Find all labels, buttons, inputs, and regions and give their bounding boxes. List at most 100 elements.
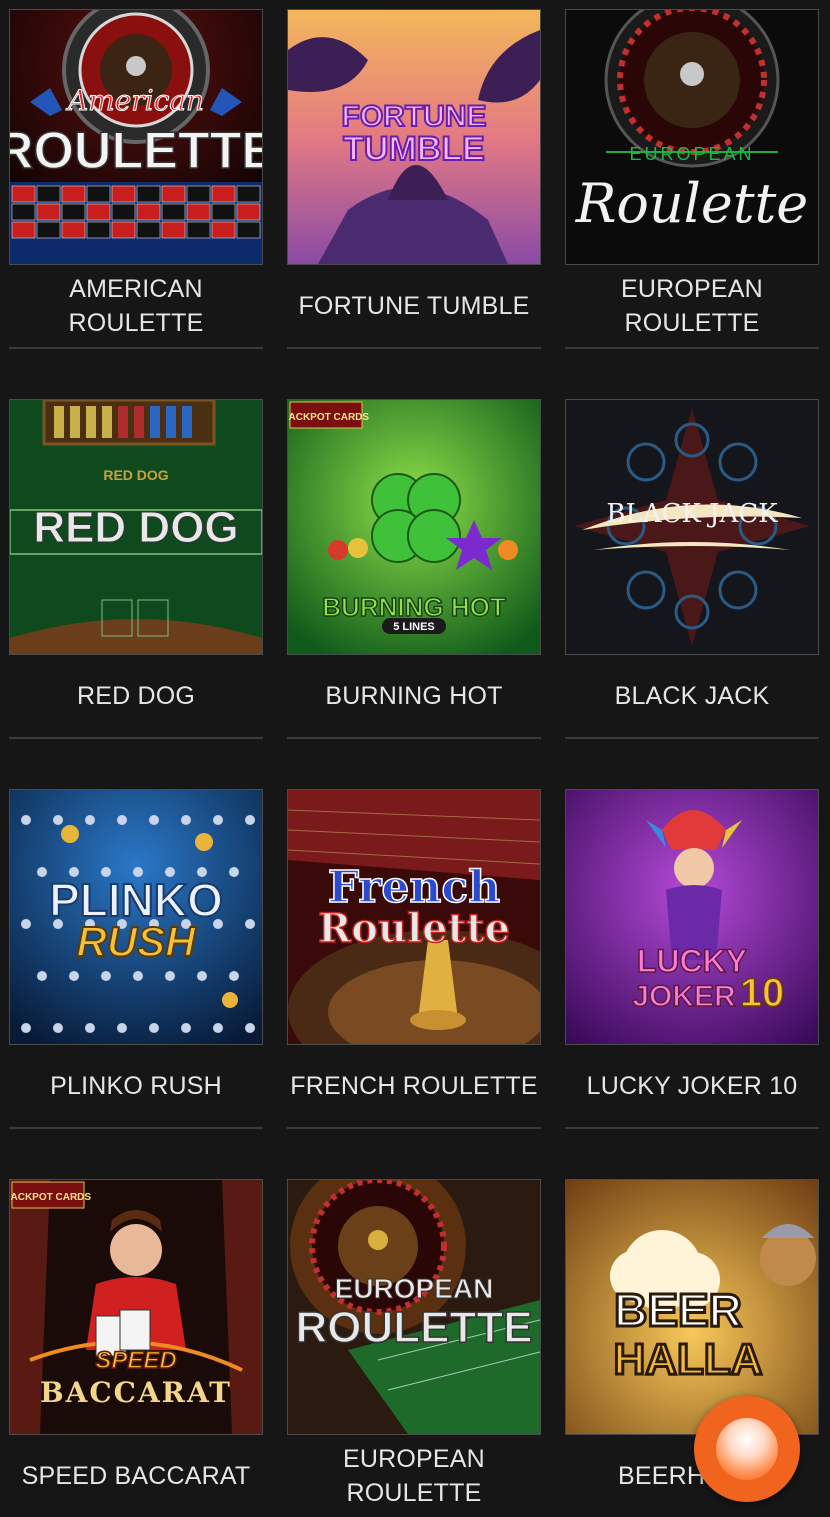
grid-cell: [86, 203, 111, 221]
art-line1: BEER: [614, 1284, 742, 1336]
divider: [9, 737, 263, 739]
grid-cell: [161, 185, 186, 203]
plinko-rush-art: PLINKO RUSH: [10, 790, 262, 1044]
game-thumbnail[interactable]: JACKPOT CARDS SPEED BACCARAT: [9, 1179, 263, 1435]
game-title[interactable]: FRENCH ROULETTE: [287, 1045, 541, 1127]
grid-cell: [61, 185, 86, 203]
game-thumbnail[interactable]: LUCKY JOKER 10: [565, 789, 819, 1045]
speed-baccarat-art: JACKPOT CARDS SPEED BACCARAT: [10, 1180, 262, 1434]
game-tile-burning-hot[interactable]: JACKPOT CARDS BURNING HOT 5 LINES BURNIN…: [287, 399, 541, 739]
divider: [287, 737, 541, 739]
art-line1: FORTUNE: [342, 100, 487, 133]
art-title: RED DOG: [33, 503, 238, 552]
game-thumbnail[interactable]: FORTUNE TUMBLE: [287, 9, 541, 265]
game-title[interactable]: BLACK JACK: [565, 655, 819, 737]
peg: [245, 815, 255, 825]
art-small-title: RED DOG: [103, 467, 168, 483]
game-tile-european-roulette[interactable]: EUROPEAN Roulette EUROPEAN ROULETTE: [565, 9, 819, 349]
divider: [565, 1127, 819, 1129]
peg: [53, 815, 63, 825]
game-title[interactable]: EUROPEAN ROULETTE: [565, 265, 819, 347]
corner-badge: JACKPOT CARDS: [10, 1192, 91, 1203]
chat-bubble-icon: [716, 1418, 778, 1480]
peg: [229, 971, 239, 981]
art-line2: Roulette: [318, 905, 510, 952]
grid-cell: [236, 221, 261, 239]
peg: [149, 815, 159, 825]
divider: [565, 347, 819, 349]
game-thumbnail[interactable]: JACKPOT CARDS BURNING HOT 5 LINES: [287, 399, 541, 655]
grid-cell: [161, 203, 186, 221]
american-roulette-art: American ROULETTE: [10, 10, 262, 264]
grid-cell: [136, 185, 161, 203]
art-line2: HALLA: [613, 1335, 762, 1384]
grid-cell: [186, 203, 211, 221]
game-thumbnail[interactable]: PLINKO RUSH: [9, 789, 263, 1045]
game-tile-fortune-tumble[interactable]: FORTUNE TUMBLE FORTUNE TUMBLE: [287, 9, 541, 349]
grid-cell: [11, 221, 36, 239]
grid-cell: [136, 203, 161, 221]
divider: [9, 1127, 263, 1129]
peg: [21, 1023, 31, 1033]
game-thumbnail[interactable]: EUROPEAN ROULETTE: [287, 1179, 541, 1435]
art-title: BURNING HOT: [322, 592, 506, 622]
art-line1: SPEED: [95, 1347, 176, 1374]
grid-cell: [161, 221, 186, 239]
peg: [37, 971, 47, 981]
chat-button[interactable]: [694, 1396, 800, 1502]
divider: [565, 737, 819, 739]
grid-cell: [111, 185, 136, 203]
grid-cell: [236, 185, 261, 203]
game-tile-lucky-joker-10[interactable]: LUCKY JOKER 10 LUCKY JOKER 10: [565, 789, 819, 1129]
game-title[interactable]: RED DOG: [9, 655, 263, 737]
grid-cell: [61, 203, 86, 221]
peg: [21, 815, 31, 825]
grid-cell: [86, 185, 111, 203]
peg: [133, 971, 143, 981]
game-tile-french-roulette[interactable]: French Roulette FRENCH ROULETTE: [287, 789, 541, 1129]
art-line2: Roulette: [575, 172, 809, 235]
game-title[interactable]: EUROPEAN ROULETTE: [287, 1435, 541, 1517]
grid-cell: [11, 203, 36, 221]
game-thumbnail[interactable]: BLACK JACK: [565, 399, 819, 655]
game-tile-plinko-rush[interactable]: PLINKO RUSH PLINKO RUSH: [9, 789, 263, 1129]
grid-cell: [186, 185, 211, 203]
game-thumbnail[interactable]: French Roulette: [287, 789, 541, 1045]
lines-badge: 5 LINES: [393, 621, 435, 633]
art-line1: LUCKY: [637, 943, 747, 979]
game-title[interactable]: SPEED BACCARAT: [9, 1435, 263, 1517]
game-title[interactable]: FORTUNE TUMBLE: [287, 265, 541, 347]
game-tile-red-dog[interactable]: RED DOG RED DOG RED DOG: [9, 399, 263, 739]
french-roulette-art: French Roulette: [288, 790, 540, 1044]
game-title[interactable]: LUCKY JOKER 10: [565, 1045, 819, 1127]
game-tile-european-roulette-2[interactable]: EUROPEAN ROULETTE EUROPEAN ROULETTE: [287, 1179, 541, 1517]
game-title[interactable]: BURNING HOT: [287, 655, 541, 737]
art-line2: ROULETTE: [295, 1303, 532, 1352]
peg: [181, 815, 191, 825]
grid-cell: [186, 221, 211, 239]
grid-cell: [36, 203, 61, 221]
game-thumbnail[interactable]: BEER HALLA: [565, 1179, 819, 1435]
grid-cell: [236, 203, 261, 221]
game-tile-black-jack[interactable]: BLACK JACK BLACK JACK: [565, 399, 819, 739]
peg: [197, 971, 207, 981]
peg: [149, 1023, 159, 1033]
peg: [37, 867, 47, 877]
burning-hot-art: JACKPOT CARDS BURNING HOT 5 LINES: [288, 400, 540, 654]
game-thumbnail[interactable]: RED DOG RED DOG: [9, 399, 263, 655]
divider: [287, 1127, 541, 1129]
peg: [229, 867, 239, 877]
peg: [245, 919, 255, 929]
game-tile-speed-baccarat[interactable]: JACKPOT CARDS SPEED BACCARAT SPEED BACCA…: [9, 1179, 263, 1517]
art-line1: EUROPEAN: [629, 144, 754, 164]
peg: [213, 815, 223, 825]
peg: [165, 971, 175, 981]
game-tile-american-roulette[interactable]: American ROULETTE AMERICAN ROULETTE: [9, 9, 263, 349]
game-thumbnail[interactable]: EUROPEAN Roulette: [565, 9, 819, 265]
game-title[interactable]: AMERICAN ROULETTE: [9, 265, 263, 347]
black-jack-art: BLACK JACK: [566, 400, 818, 654]
game-thumbnail[interactable]: American ROULETTE: [9, 9, 263, 265]
grid-cell: [36, 185, 61, 203]
game-title[interactable]: PLINKO RUSH: [9, 1045, 263, 1127]
peg: [117, 1023, 127, 1033]
